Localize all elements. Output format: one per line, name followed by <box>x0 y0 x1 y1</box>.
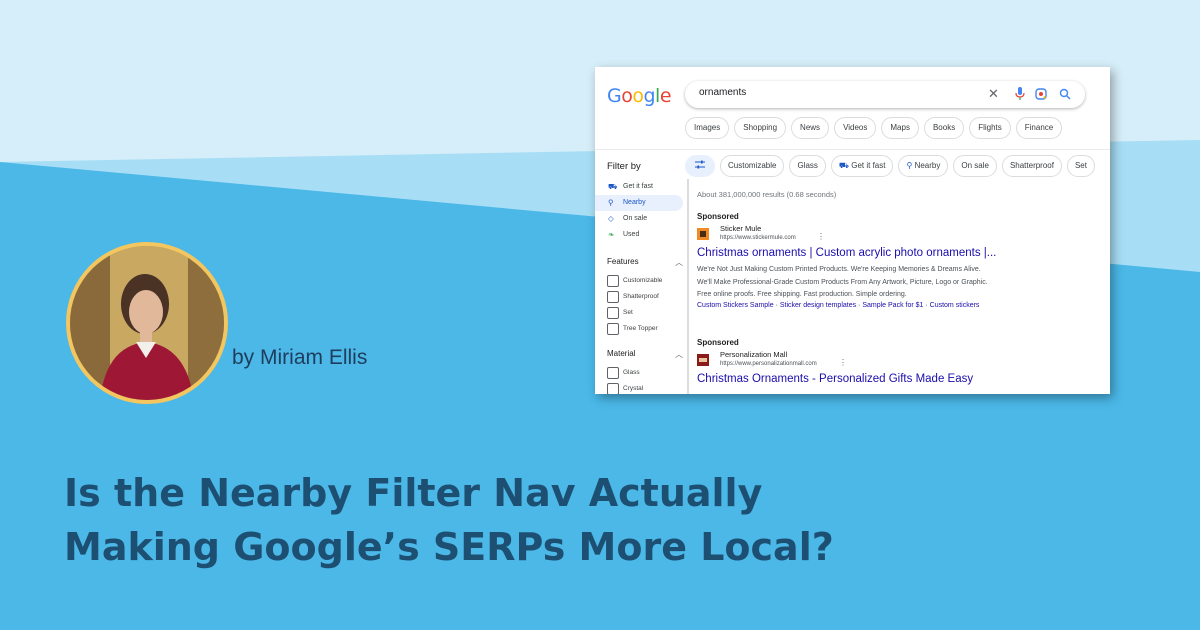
tab-images[interactable]: Images <box>685 117 730 139</box>
advertiser-url[interactable]: https://www.stickermule.com <box>720 235 796 241</box>
author-avatar <box>66 242 228 404</box>
header-divider <box>595 149 1110 150</box>
tab-shopping[interactable]: Shopping <box>734 117 787 139</box>
sponsored-result-2: Sponsored Personalization Mall https://w… <box>697 338 1097 394</box>
chip-glass[interactable]: Glass <box>789 155 826 177</box>
checkbox-customizable[interactable]: Customizable <box>607 275 662 287</box>
sliders-icon <box>695 160 705 169</box>
search-tabs: Images Shopping News Videos Maps Books F… <box>685 117 1063 139</box>
tab-flights[interactable]: Flights <box>969 117 1011 139</box>
author-byline: by Miriam Ellis <box>232 346 368 369</box>
google-logo[interactable]: Google <box>607 85 672 108</box>
results-count: About 381,000,000 results (0.68 seconds) <box>697 190 837 199</box>
material-group-header[interactable]: Material ︿ <box>607 349 683 359</box>
more-options-icon[interactable]: ⋮ <box>817 232 825 241</box>
chevron-up-icon: ︿ <box>675 350 683 359</box>
chip-get-it-fast[interactable]: ⛟ Get it fast <box>830 155 894 177</box>
tab-books[interactable]: Books <box>923 117 965 139</box>
search-icon[interactable] <box>1059 88 1071 100</box>
advertiser-url[interactable]: https://www.personalizationmall.com <box>720 361 817 367</box>
close-icon[interactable]: ✕ <box>988 86 999 102</box>
logo-letter: o <box>621 85 633 107</box>
more-options-icon[interactable]: ⋮ <box>839 358 847 367</box>
tab-finance[interactable]: Finance <box>1015 117 1063 139</box>
logo-letter: o <box>632 85 644 107</box>
chevron-up-icon: ︿ <box>675 258 683 267</box>
ad-sitelinks[interactable]: Custom Stickers Sample · Sticker design … <box>697 302 979 309</box>
advertiser-name[interactable]: Sticker Mule <box>720 224 761 233</box>
chip-on-sale[interactable]: On sale <box>953 155 997 177</box>
tab-news[interactable]: News <box>791 117 830 139</box>
ad-description-line: We're Not Just Making Custom Printed Pro… <box>697 266 981 273</box>
leaf-icon: ❧ <box>608 230 615 239</box>
ad-title-link[interactable]: Christmas ornaments | Custom acrylic pho… <box>697 247 996 259</box>
filter-sidebar: ⛟ Get it fast ⚲ Nearby ◇ On sale ❧ Used <box>595 179 687 243</box>
headline-line-2: Making Google’s SERPs More Local? <box>64 525 834 569</box>
material-title: Material <box>607 349 636 358</box>
sponsored-label: Sponsored <box>697 212 739 221</box>
sidebar-scrollbar[interactable] <box>687 179 689 394</box>
sidebar-item-label: Nearby <box>623 199 646 206</box>
filter-by-title: Filter by <box>607 161 641 172</box>
checkbox-shatterproof[interactable]: Shatterproof <box>607 291 659 303</box>
ad-description-line: Free online proofs. Free shipping. Fast … <box>697 291 907 299</box>
features-group-header[interactable]: Features ︿ <box>607 257 683 267</box>
features-title: Features <box>607 257 639 266</box>
chip-customizable[interactable]: Customizable <box>720 155 785 177</box>
chip-label: Get it fast <box>851 161 886 170</box>
logo-letter: G <box>607 85 622 107</box>
microphone-icon[interactable] <box>1015 87 1025 101</box>
checkbox-tree-topper[interactable]: Tree Topper <box>607 323 658 335</box>
personalization-mall-logo <box>697 354 709 366</box>
location-pin-icon: ⚲ <box>906 161 913 170</box>
search-input[interactable] <box>699 87 969 98</box>
sidebar-item-get-it-fast[interactable]: ⛟ Get it fast <box>595 179 687 195</box>
truck-icon: ⛟ <box>838 161 849 170</box>
checkbox-glass[interactable]: Glass <box>607 367 640 379</box>
chip-shatterproof[interactable]: Shatterproof <box>1001 155 1062 177</box>
sidebar-item-on-sale[interactable]: ◇ On sale <box>595 211 687 227</box>
logo-letter: g <box>643 85 656 107</box>
article-headline: Is the Nearby Filter Nav Actually Making… <box>64 466 1144 574</box>
ad-description: We're Not Just Making Custom Printed Pro… <box>697 264 988 302</box>
tag-icon: ◇ <box>608 214 614 223</box>
tune-filters-button[interactable] <box>685 155 715 177</box>
sidebar-item-label: Get it fast <box>623 183 653 190</box>
filter-chips: Customizable Glass ⛟ Get it fast ⚲ Nearb… <box>685 155 1095 177</box>
ad-description-line: We'll Make Professional-Grade Custom Pro… <box>697 278 988 286</box>
sponsored-result-1: Sponsored Sticker Mule https://www.stick… <box>697 212 1097 327</box>
sponsored-label: Sponsored <box>697 338 739 347</box>
checkbox-set[interactable]: Set <box>607 307 633 319</box>
lens-icon[interactable] <box>1035 88 1047 100</box>
logo-letter: e <box>659 85 672 107</box>
google-serp-screenshot: Google ✕ Images Shopping News Videos Map… <box>595 67 1110 394</box>
sidebar-item-label: On sale <box>623 215 648 222</box>
chip-label: Nearby <box>914 161 941 170</box>
tab-videos[interactable]: Videos <box>834 117 877 139</box>
sticker-mule-logo <box>697 228 709 240</box>
sidebar-item-used[interactable]: ❧ Used <box>595 227 687 243</box>
truck-icon: ⛟ <box>608 182 618 191</box>
search-box[interactable]: ✕ <box>685 81 1085 108</box>
location-pin-icon: ⚲ <box>608 198 614 207</box>
headline-line-1: Is the Nearby Filter Nav Actually <box>64 471 763 515</box>
sidebar-item-label: Used <box>623 231 640 238</box>
sidebar-item-nearby[interactable]: ⚲ Nearby <box>595 195 683 211</box>
chip-nearby[interactable]: ⚲ Nearby <box>898 155 949 177</box>
tab-maps[interactable]: Maps <box>881 117 919 139</box>
ad-title-link[interactable]: Christmas Ornaments - Personalized Gifts… <box>697 373 973 385</box>
checkbox-crystal[interactable]: Crystal <box>607 383 643 394</box>
advertiser-name[interactable]: Personalization Mall <box>720 350 787 359</box>
chip-set[interactable]: Set <box>1066 155 1095 177</box>
